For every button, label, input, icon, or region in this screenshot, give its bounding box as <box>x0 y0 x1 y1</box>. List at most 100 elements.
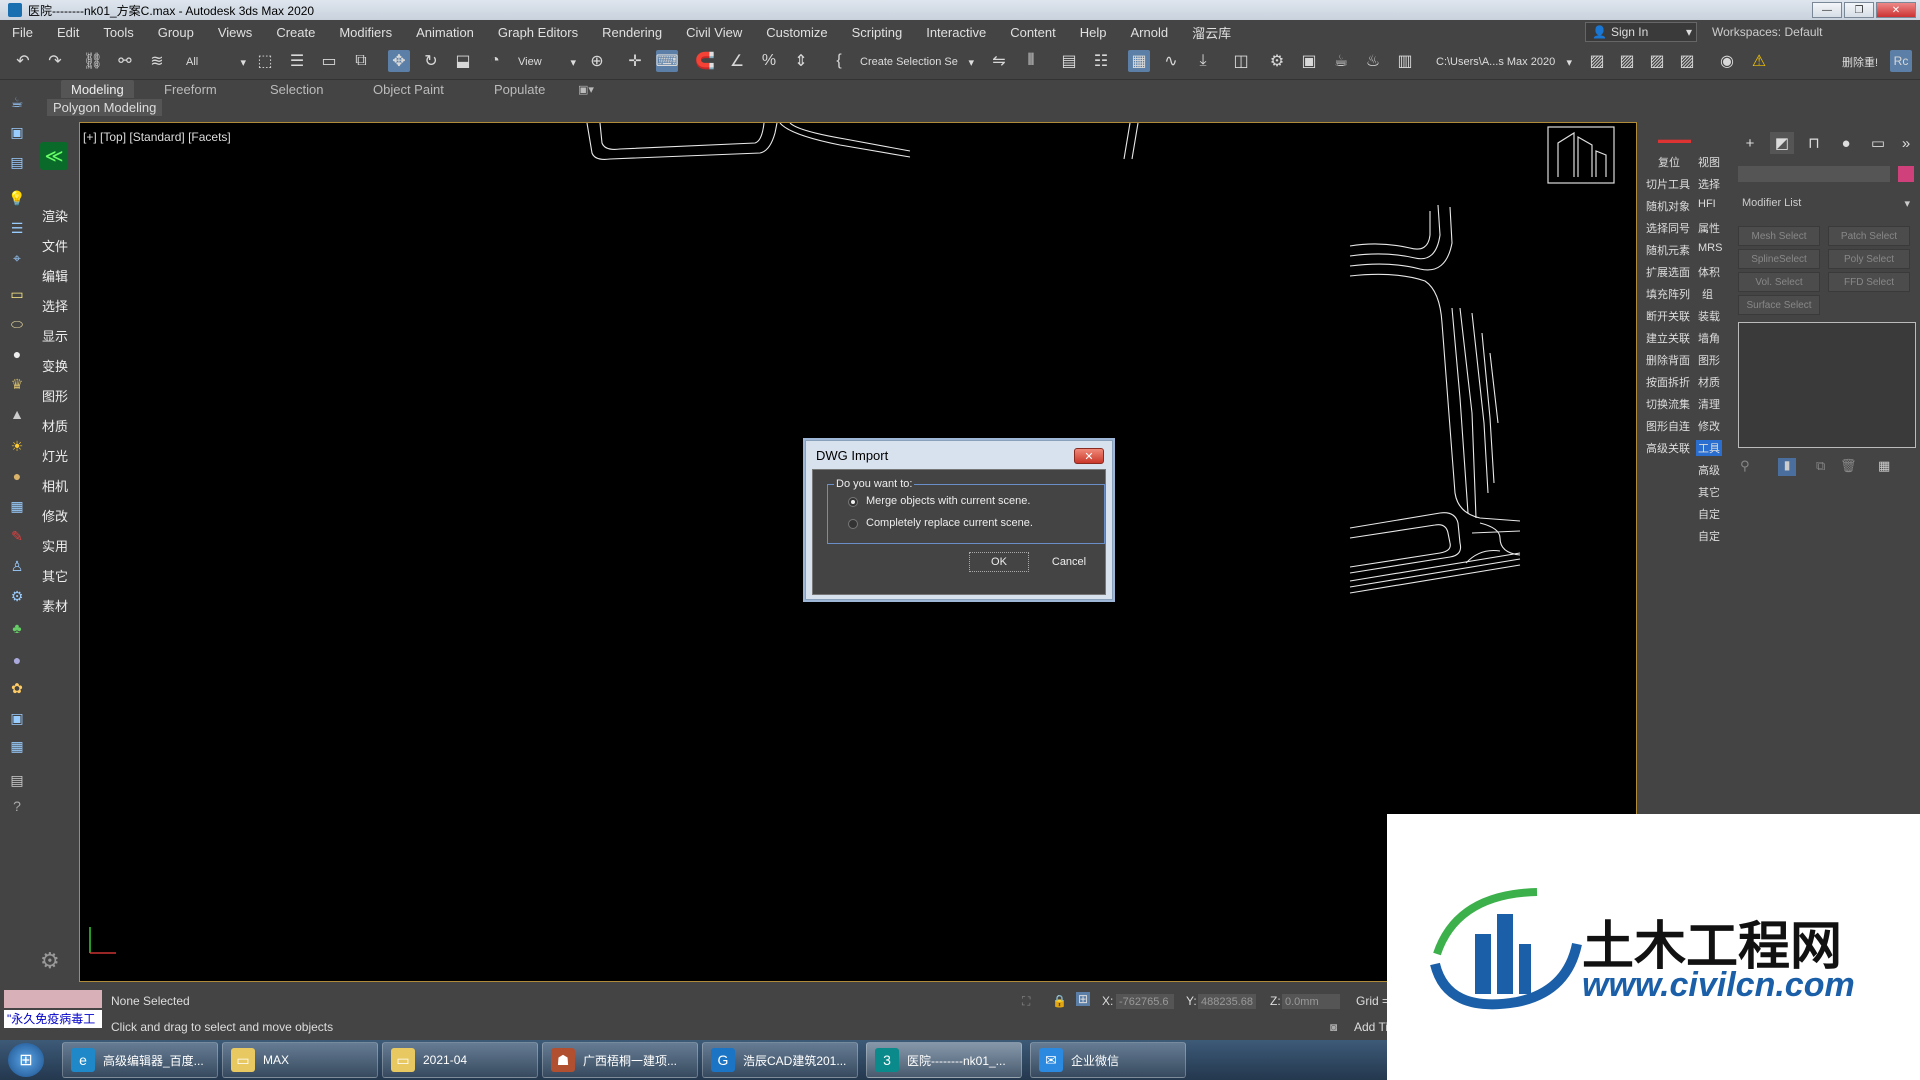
viewport-label[interactable]: [+] [Top] [Standard] [Facets] <box>83 130 231 144</box>
ribbon-tab-object-paint[interactable]: Object Paint <box>373 80 444 98</box>
globe-icon[interactable]: ● <box>7 650 27 670</box>
menu-scripting[interactable]: Scripting <box>840 25 915 40</box>
ribbon-tab-populate[interactable]: Populate <box>494 80 545 98</box>
tool-random-element[interactable]: 随机元素 <box>1646 242 1690 258</box>
display-tab-icon[interactable]: ▭ <box>1866 132 1890 154</box>
viewcube[interactable] <box>1547 126 1615 184</box>
figure-icon[interactable]: ♙ <box>7 556 27 576</box>
tool-load[interactable]: 装载 <box>1698 308 1720 324</box>
crown-icon[interactable]: ♛ <box>7 374 27 394</box>
object-color-swatch[interactable] <box>1898 166 1914 182</box>
panel-item-camera[interactable]: 相机 <box>42 476 68 495</box>
project-path-dropdown[interactable]: C:\Users\A...s Max 2020 ▾ <box>1432 52 1572 72</box>
layers-icon[interactable]: ☰ <box>7 218 27 238</box>
menu-interactive[interactable]: Interactive <box>914 25 998 40</box>
panel-item-shape[interactable]: 图形 <box>42 386 68 405</box>
restore-button[interactable]: ❐ <box>1844 2 1874 18</box>
tool-hfi[interactable]: HFI <box>1698 198 1716 210</box>
taskbar-item-max-folder[interactable]: ▭ MAX <box>222 1042 378 1078</box>
project-icon-4[interactable]: ▨ <box>1676 50 1698 72</box>
plugin-circle-icon[interactable]: ◉ <box>1716 50 1738 72</box>
menu-liuyunku[interactable]: 溜云库 <box>1180 23 1243 42</box>
render-setup-icon[interactable]: ⚙ <box>1266 50 1288 72</box>
tool-custom-1[interactable]: 自定 <box>1698 506 1720 522</box>
panel-item-modify[interactable]: 修改 <box>42 506 68 525</box>
mirror-icon[interactable]: ⇋ <box>988 50 1010 72</box>
replace-label[interactable]: Completely replace current scene. <box>866 517 1033 529</box>
tool-material[interactable]: 材质 <box>1698 374 1720 390</box>
tool-build-link[interactable]: 建立关联 <box>1646 330 1690 346</box>
start-button[interactable]: ⊞ <box>8 1043 44 1077</box>
configure-modifier-sets-icon[interactable]: ▦ <box>1878 458 1890 474</box>
folder-icon[interactable]: ▭ <box>7 284 27 304</box>
menu-graph-editors[interactable]: Graph Editors <box>486 25 590 40</box>
spinner-snap-icon[interactable]: ⇕ <box>790 50 812 72</box>
light-bulb-icon[interactable]: 💡 <box>7 188 27 208</box>
teapot-icon[interactable]: ☕ <box>7 92 27 112</box>
grid-icon[interactable]: ▦ <box>7 496 27 516</box>
redo-icon[interactable]: ↷ <box>44 50 66 72</box>
tool-fold-faces[interactable]: 按面拆折 <box>1646 374 1690 390</box>
toolbar-right-label[interactable]: 删除重! <box>1838 52 1888 72</box>
tool-switch-set[interactable]: 切换流集 <box>1646 396 1690 412</box>
tool-advanced-link[interactable]: 高级关联 <box>1646 440 1690 456</box>
select-by-name-icon[interactable]: ☰ <box>286 50 308 72</box>
select-place-icon[interactable]: ◔ <box>484 50 506 72</box>
tool-clean[interactable]: 清理 <box>1698 396 1720 412</box>
tool-view[interactable]: 视图 <box>1698 154 1720 170</box>
render-icon[interactable]: ▤ <box>7 152 27 172</box>
gear-icon[interactable]: ⚙ <box>7 586 27 606</box>
tool-shape[interactable]: 图形 <box>1698 352 1720 368</box>
cone-icon[interactable]: ▲ <box>7 404 27 424</box>
tool-break-link[interactable]: 断开关联 <box>1646 308 1690 324</box>
percent-snap-icon[interactable]: % <box>758 50 780 72</box>
sun-icon[interactable]: ☀ <box>7 436 27 456</box>
sphere-icon[interactable]: ● <box>7 344 27 364</box>
sign-in-dropdown[interactable]: 👤 Sign In ▾ <box>1585 22 1697 42</box>
photo-icon[interactable]: ▣ <box>7 708 27 728</box>
tool-advanced[interactable]: 高级 <box>1698 462 1720 478</box>
tool-select[interactable]: 选择 <box>1698 176 1720 192</box>
modifier-list-dropdown[interactable]: Modifier List ▾ <box>1738 194 1914 212</box>
pin-stack-icon[interactable]: ⚲ <box>1740 458 1758 476</box>
taskbar-item-gstarcad[interactable]: G 浩辰CAD建筑201... <box>702 1042 858 1078</box>
tool-select-same-id[interactable]: 选择同号 <box>1646 220 1690 236</box>
edit-named-selection-icon[interactable]: { <box>828 50 850 72</box>
layer-explorer-icon[interactable]: ☷ <box>1090 50 1112 72</box>
menu-edit[interactable]: Edit <box>45 25 91 40</box>
ribbon-options-icon[interactable]: ▣▾ <box>578 80 594 98</box>
keyboard-shortcut-override-icon[interactable]: ⌨ <box>655 50 679 72</box>
palette-icon[interactable]: ✿ <box>7 678 27 698</box>
menu-modifiers[interactable]: Modifiers <box>327 25 404 40</box>
reference-coordinate-dropdown[interactable]: View ▾ <box>514 52 576 72</box>
taskbar-item-3dsmax[interactable]: 3 医院--------nk01_... <box>866 1042 1022 1078</box>
menu-create[interactable]: Create <box>264 25 327 40</box>
menu-rendering[interactable]: Rendering <box>590 25 674 40</box>
tool-volume[interactable]: 体积 <box>1698 264 1720 280</box>
taskbar-item-date-folder[interactable]: ▭ 2021-04 <box>382 1042 538 1078</box>
panel-item-edit[interactable]: 编辑 <box>42 266 68 285</box>
menu-tools[interactable]: Tools <box>91 25 145 40</box>
toggle-ribbon-icon[interactable]: ▦ <box>1128 50 1150 72</box>
select-object-icon[interactable]: ⬚ <box>254 50 276 72</box>
project-icon-3[interactable]: ▨ <box>1646 50 1668 72</box>
motion-tab-icon[interactable]: ● <box>1834 132 1858 154</box>
absolute-mode-icon[interactable]: ⊞ <box>1076 992 1091 1006</box>
select-move-icon[interactable]: ✥ <box>388 50 410 72</box>
tool-reset[interactable]: 复位 <box>1658 154 1680 170</box>
create-tab-icon[interactable]: + <box>1738 132 1762 154</box>
modify-tab-icon[interactable]: ◩ <box>1770 132 1794 154</box>
vol-select-button[interactable]: Vol. Select <box>1738 272 1820 292</box>
tool-grow-faces[interactable]: 扩展选面 <box>1646 264 1690 280</box>
project-icon-1[interactable]: ▨ <box>1586 50 1608 72</box>
tool-delete-back[interactable]: 删除背面 <box>1646 352 1690 368</box>
tool-shape-connect[interactable]: 图形自连 <box>1646 418 1690 434</box>
menu-civil-view[interactable]: Civil View <box>674 25 754 40</box>
menu-arnold[interactable]: Arnold <box>1119 25 1181 40</box>
object-name-field[interactable] <box>1738 166 1890 182</box>
rendered-frame-window-icon[interactable]: ▣ <box>1298 50 1320 72</box>
tool-custom-2[interactable]: 自定 <box>1698 528 1720 544</box>
taskbar-item-edge[interactable]: e 高级编辑器_百度... <box>62 1042 218 1078</box>
panel-item-material[interactable]: 材质 <box>42 416 68 435</box>
bind-space-warp-icon[interactable]: ≋ <box>146 50 168 72</box>
